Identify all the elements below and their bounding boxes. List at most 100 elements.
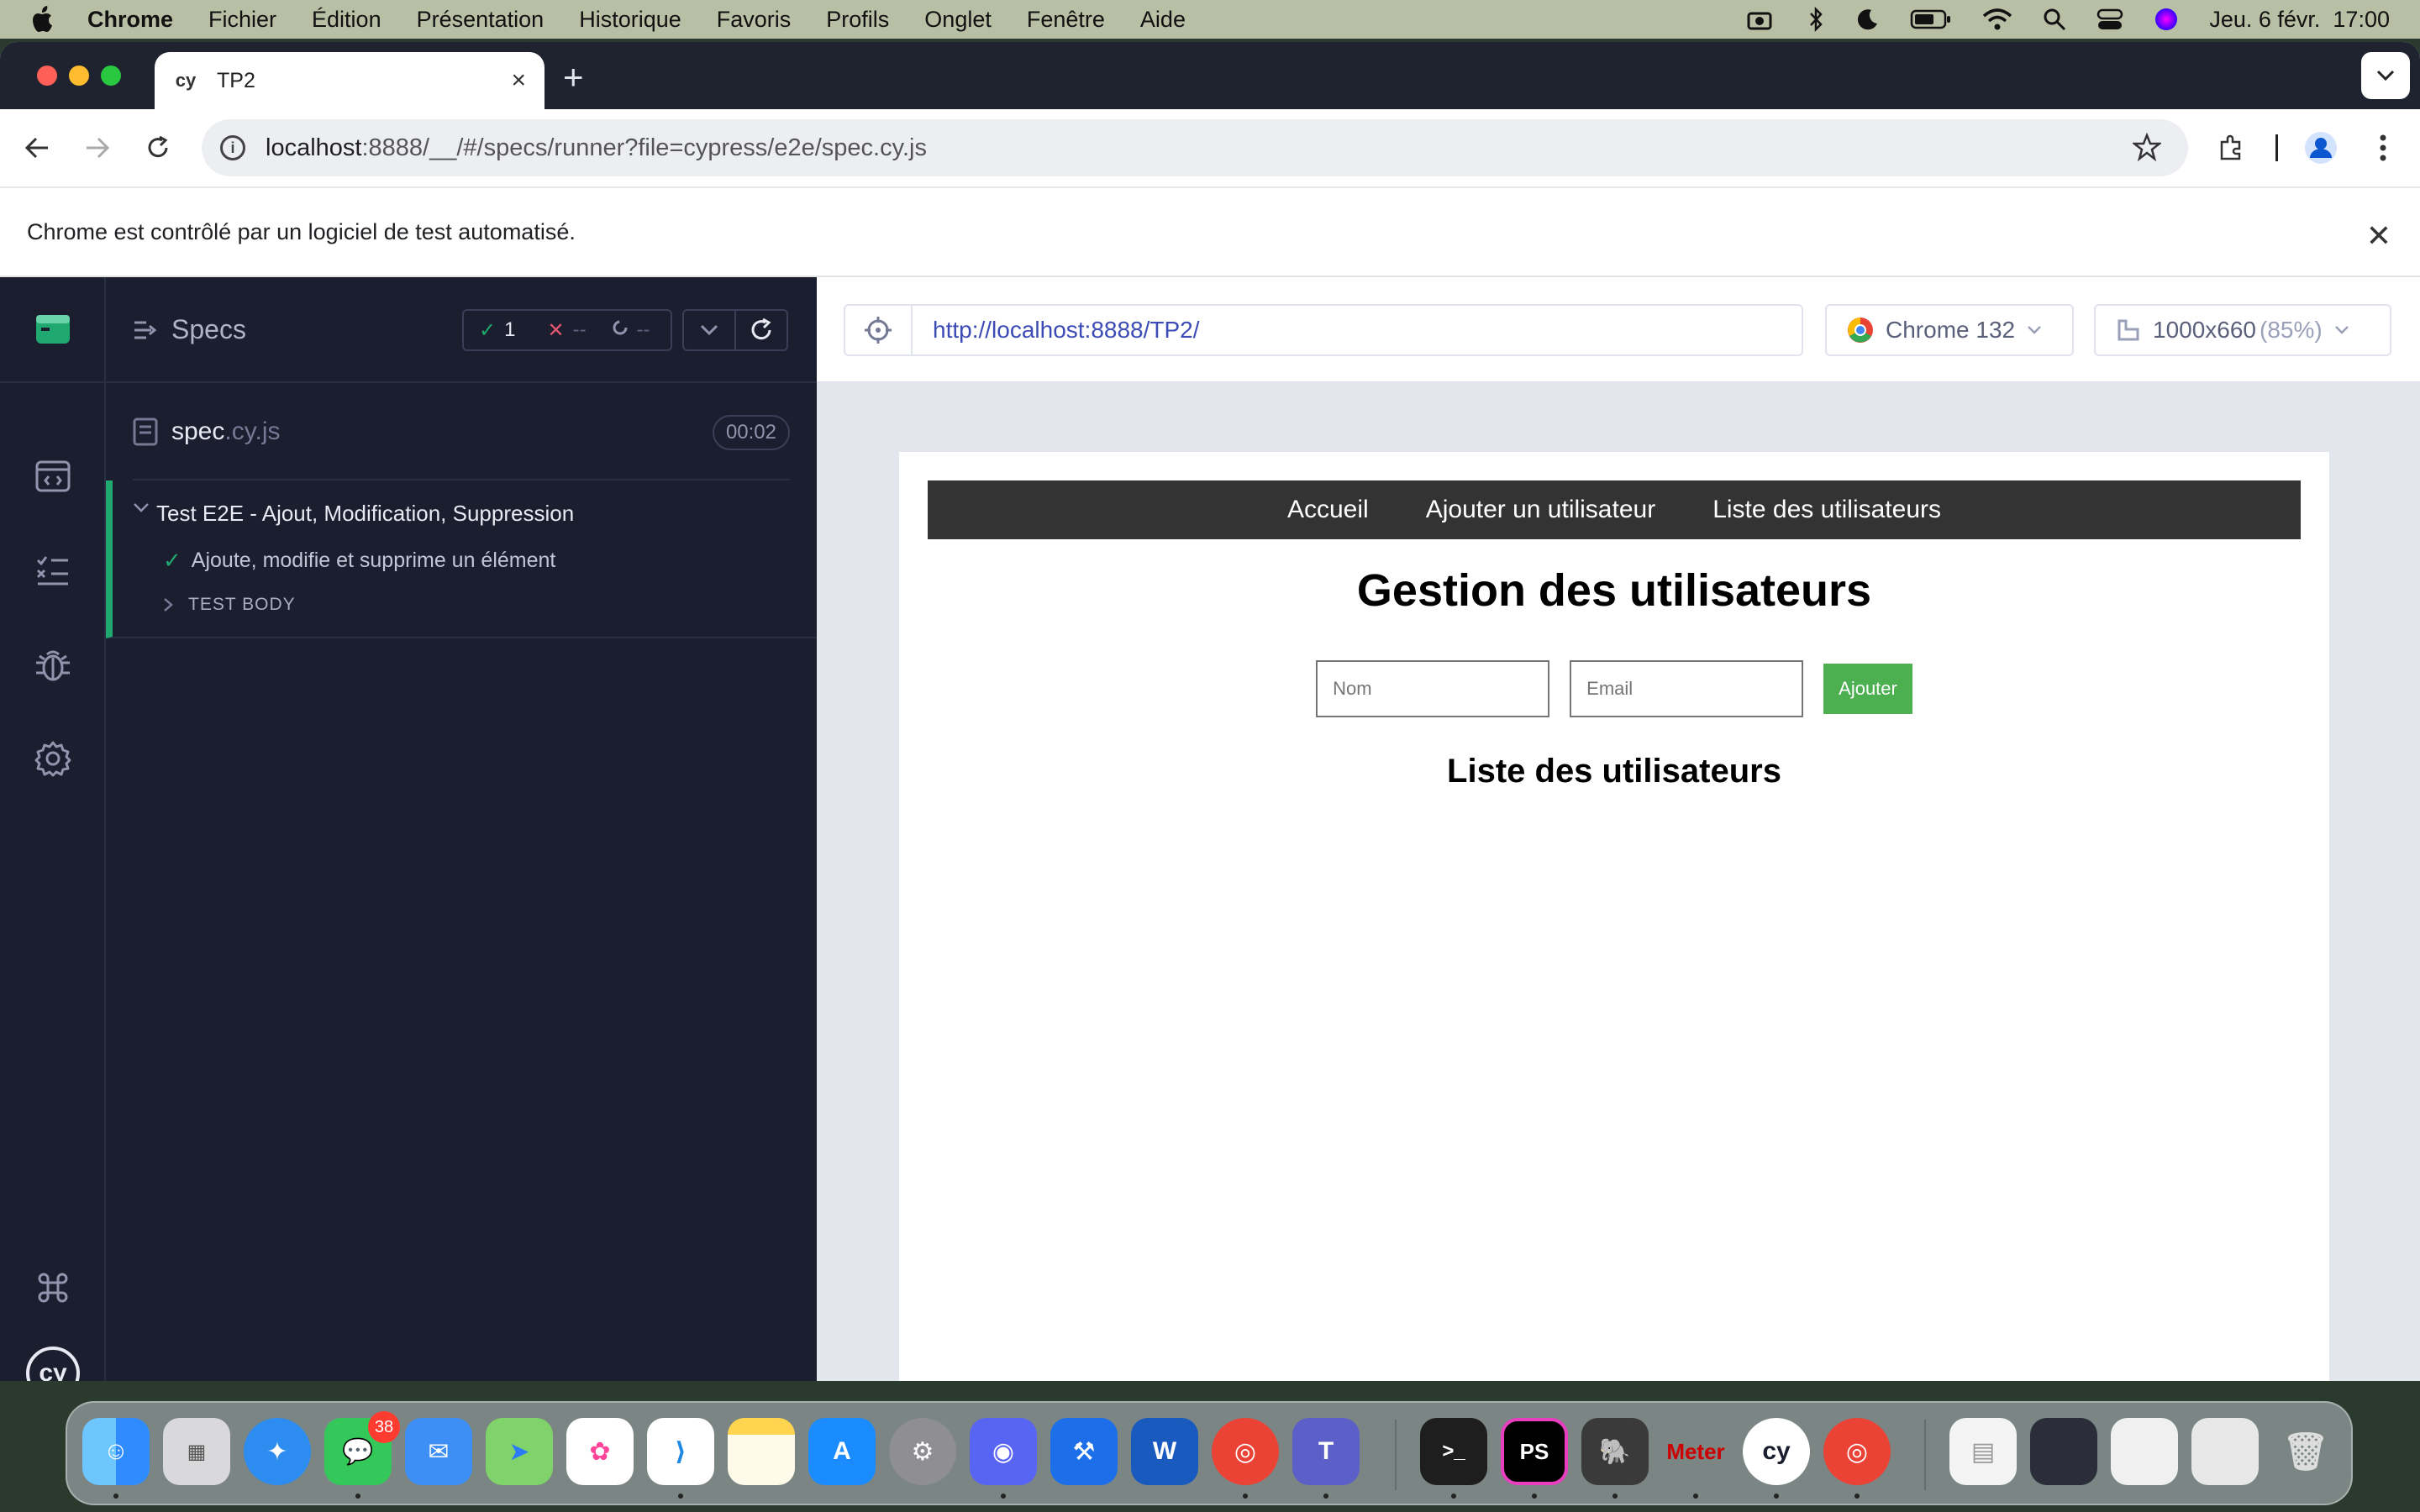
browser-tab[interactable]: cy TP2 × [155,52,544,109]
settings-gear-icon[interactable] [32,738,74,780]
notes-icon[interactable] [728,1418,795,1485]
name-input[interactable] [1316,660,1550,717]
menu-aide[interactable]: Aide [1140,7,1186,33]
window-close-button[interactable] [37,66,57,86]
chrome-menu-kebab-icon[interactable] [2361,126,2405,170]
test-body-toggle[interactable]: TEST BODY [163,595,296,615]
chrome-icon[interactable]: ◎ [1823,1418,1891,1485]
specs-toggle[interactable]: Specs [133,314,246,345]
downloads-stack-icon[interactable]: ▤ [1949,1418,2017,1485]
running-indicator [1323,1494,1328,1499]
phpstorm-icon[interactable]: PS [1501,1418,1568,1485]
bookmark-star-icon[interactable] [2131,132,2163,168]
selector-playground-crosshair-icon[interactable] [845,306,913,354]
screenshot-icon[interactable] [2111,1418,2178,1485]
app-under-test-iframe: Accueil Ajouter un utilisateur Liste des… [899,452,2329,1381]
email-input[interactable] [1570,660,1804,717]
profile-avatar-icon[interactable] [2299,126,2343,170]
back-arrow-icon[interactable] [15,126,59,170]
runs-list-icon[interactable] [32,549,74,591]
project-icon[interactable] [0,277,106,383]
reload-icon[interactable] [136,126,180,170]
running-indicator [1451,1494,1456,1499]
messages-icon[interactable]: 💬 38 [324,1411,400,1485]
window-zoom-button[interactable] [101,66,121,86]
debug-bug-icon[interactable] [32,643,74,685]
spotlight-search-icon[interactable] [2043,8,2066,31]
test-suite[interactable]: Test E2E - Ajout, Modification, Suppress… [106,480,817,638]
mail-icon[interactable]: ✉ [405,1418,472,1485]
suite-title: Test E2E - Ajout, Modification, Suppress… [156,501,575,526]
photos-icon[interactable]: ✿ [566,1418,634,1485]
running-indicator [1532,1494,1537,1499]
infobar-close-icon[interactable]: ✕ [2366,218,2391,254]
menu-favoris[interactable]: Favoris [717,7,792,33]
nav-link-liste-utilisateurs[interactable]: Liste des utilisateurs [1712,496,1941,524]
specs-list-icon[interactable] [32,455,74,497]
site-info-icon[interactable]: i [220,135,245,160]
window-minimize-button[interactable] [69,66,89,86]
add-user-button[interactable]: Ajouter [1823,664,1912,714]
battery-icon[interactable] [1910,8,1952,30]
terminal-icon[interactable]: >_ [1420,1418,1487,1485]
safari-icon[interactable]: ✦ [244,1418,311,1485]
menubar-datetime[interactable]: Jeu. 6 févr. 17:00 [2209,7,2390,33]
running-indicator [1854,1494,1860,1499]
reporter-header: Specs ✓ 1 ✕ -- -- [106,277,817,383]
vscode-icon[interactable]: ⟩ [647,1418,714,1485]
menu-presentation[interactable]: Présentation [417,7,544,33]
rerun-tests-button[interactable] [734,309,788,351]
cypress-favicon-icon: cy [175,70,197,91]
screenshot-icon[interactable] [2030,1418,2097,1485]
test-item[interactable]: ✓ Ajoute, modifie et supprime un élément [163,548,555,574]
viewport-scale: (85%) [2260,317,2323,343]
app-store-icon[interactable]: A [808,1418,876,1485]
nav-link-accueil[interactable]: Accueil [1287,496,1369,524]
browser-selector[interactable]: Chrome 132 [1825,304,2074,356]
word-icon[interactable]: W [1131,1418,1198,1485]
menu-profils[interactable]: Profils [826,7,889,33]
trash-icon[interactable]: 🗑 [2272,1418,2339,1485]
extensions-puzzle-icon[interactable] [2210,126,2254,170]
menu-historique[interactable]: Historique [579,7,681,33]
teams-icon[interactable]: T [1292,1418,1360,1485]
forward-arrow-icon[interactable] [76,126,119,170]
new-tab-button[interactable]: + [563,57,584,97]
control-center-icon[interactable] [2096,8,2123,30]
menu-onglet[interactable]: Onglet [924,7,992,33]
siri-icon[interactable] [2154,7,2179,32]
tab-search-button[interactable] [2361,52,2410,99]
nav-link-ajouter-utilisateur[interactable]: Ajouter un utilisateur [1426,496,1656,524]
menu-edition[interactable]: Édition [312,7,381,33]
failed-count: -- [572,318,587,341]
maps-icon[interactable]: ➤ [486,1418,553,1485]
aut-url[interactable]: http://localhost:8888/TP2/ [913,317,1200,344]
address-bar[interactable]: i localhost:8888/__/#/specs/runner?file=… [202,119,2188,176]
viewport-selector[interactable]: 1000x660 (85%) [2094,304,2391,356]
wifi-icon[interactable] [1982,8,2012,31]
launchpad-icon[interactable]: ▦ [163,1418,230,1485]
menu-fichier[interactable]: Fichier [208,7,276,33]
menu-fenetre[interactable]: Fenêtre [1027,7,1105,33]
apple-icon[interactable] [32,6,57,33]
finder-icon[interactable]: ☺ [82,1418,150,1485]
menu-app-chrome[interactable]: Chrome [87,7,173,33]
bluetooth-icon[interactable] [1807,6,1824,33]
test-title: Ajoute, modifie et supprime un élément [191,549,556,572]
chrome-icon[interactable]: ◎ [1212,1418,1279,1485]
cypress-logo-icon[interactable]: cy [25,1346,81,1381]
cypress-icon[interactable]: cy [1743,1418,1810,1485]
pending-spinner-icon [612,318,629,342]
spec-file-row[interactable]: spec .cy.js 00:02 [133,407,790,457]
camera-icon[interactable] [1747,7,1777,32]
keyboard-shortcuts-command-icon[interactable] [32,1267,74,1309]
jmeter-icon[interactable]: Meter [1662,1418,1729,1485]
focus-moon-icon[interactable] [1854,7,1880,32]
tableplus-icon[interactable]: 🐘 [1581,1418,1649,1485]
tab-close-icon[interactable]: × [511,66,526,95]
discord-icon[interactable]: ◉ [970,1418,1037,1485]
screenshot-icon[interactable] [2191,1418,2259,1485]
xcode-icon[interactable]: ⚒ [1050,1418,1118,1485]
collapse-all-button[interactable] [682,309,736,351]
system-settings-icon[interactable]: ⚙ [889,1418,956,1485]
